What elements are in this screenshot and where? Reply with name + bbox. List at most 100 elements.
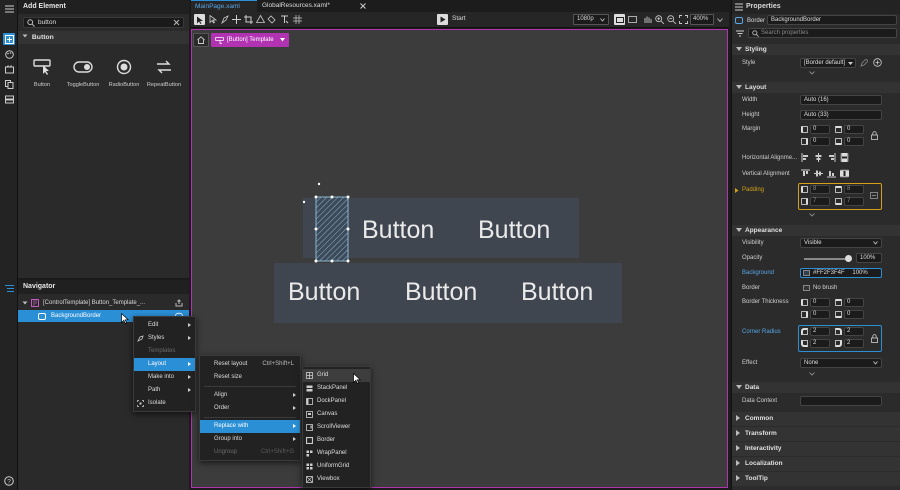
add-element-icon[interactable]: [3, 33, 15, 45]
pan-hand-icon[interactable]: [643, 15, 652, 24]
zoom-select[interactable]: 400%: [690, 14, 714, 25]
menu-item-dockpanel[interactable]: DockPanel: [303, 395, 370, 408]
clear-search-icon[interactable]: [173, 19, 180, 26]
border-brush[interactable]: No brush: [802, 283, 882, 293]
menu-item-scrollviewer[interactable]: ScrollViewer: [303, 421, 370, 434]
margin-top-input[interactable]: 0: [844, 125, 864, 134]
layout-group-header[interactable]: Layout: [732, 82, 900, 93]
align-right-icon[interactable]: [827, 153, 836, 162]
resources-icon[interactable]: [3, 93, 15, 105]
chevron-down-icon[interactable]: [717, 18, 723, 22]
opacity-input[interactable]: 100%: [856, 253, 882, 263]
device-frame-icon[interactable]: [614, 14, 625, 25]
navigator-icon[interactable]: [3, 282, 15, 294]
expand-more-icon[interactable]: [809, 372, 815, 376]
control-repeatbutton[interactable]: RepeatButton: [146, 57, 182, 88]
menu-item-order[interactable]: Order: [200, 402, 300, 415]
height-input[interactable]: Auto (33): [800, 110, 882, 120]
menu-item-edit[interactable]: Edit: [134, 319, 195, 332]
menu-item-canvas[interactable]: Canvas: [303, 408, 370, 421]
data-group-header[interactable]: Data: [732, 382, 900, 393]
select-tool-icon[interactable]: [194, 14, 205, 25]
opacity-slider-thumb[interactable]: [845, 255, 852, 262]
styling-group-header[interactable]: Styling: [732, 44, 900, 55]
tree-item-root[interactable]: [ControlTemplate] Button_Template_...: [18, 296, 189, 310]
padding-left-input[interactable]: 8: [810, 185, 830, 194]
padding-top-input[interactable]: 8: [844, 185, 864, 194]
margin-left-input[interactable]: 0: [810, 125, 830, 134]
align-left-icon[interactable]: [801, 153, 810, 162]
thickness-right-input[interactable]: 0: [810, 310, 830, 319]
localization-group-header[interactable]: Localization: [732, 457, 900, 471]
control-button[interactable]: Button: [24, 57, 60, 88]
common-group-header[interactable]: Common: [732, 412, 900, 426]
filter-icon[interactable]: [736, 30, 744, 37]
tab-mainpage[interactable]: MainPage.xaml: [191, 0, 257, 12]
selection-adorner[interactable]: [302, 182, 358, 264]
pen-tool-icon[interactable]: [221, 15, 230, 24]
align-middle-icon[interactable]: [814, 169, 823, 178]
hamburger-menu-icon[interactable]: [3, 3, 15, 15]
resolution-select[interactable]: 1080p: [573, 14, 609, 25]
thickness-left-input[interactable]: 0: [810, 298, 830, 307]
home-icon[interactable]: [193, 33, 209, 47]
play-icon[interactable]: [437, 14, 448, 25]
margin-bottom-input[interactable]: 0: [844, 137, 864, 146]
menu-item-replace-with[interactable]: Replace with: [200, 420, 300, 433]
grid-tool-icon[interactable]: [293, 15, 302, 24]
margin-right-input[interactable]: 0: [810, 137, 830, 146]
menu-item-viewbox[interactable]: Viewbox: [303, 473, 370, 486]
radius-topright-input[interactable]: 2: [844, 327, 864, 336]
tooltip-group-header[interactable]: ToolTip: [732, 472, 900, 486]
transform-group-header[interactable]: Transform: [732, 427, 900, 441]
crop-tool-icon[interactable]: [244, 15, 253, 24]
appearance-group-header[interactable]: Appearance: [732, 225, 900, 236]
fit-screen-icon[interactable]: [628, 15, 637, 24]
align-center-icon[interactable]: [814, 153, 823, 162]
media-icon[interactable]: [3, 63, 15, 75]
text-tool-icon[interactable]: [280, 15, 289, 24]
control-togglebutton[interactable]: ToggleButton: [65, 57, 101, 88]
menu-item-isolate[interactable]: Isolate: [134, 397, 195, 410]
effect-select[interactable]: None: [800, 358, 882, 368]
fit-to-view-icon[interactable]: [679, 15, 688, 24]
lock-icon[interactable]: [871, 334, 878, 343]
align-top-icon[interactable]: [801, 169, 810, 178]
element-name-input[interactable]: BackgroundBorder: [767, 15, 897, 25]
thickness-bottom-input[interactable]: 0: [844, 310, 864, 319]
zoom-in-icon[interactable]: [655, 15, 664, 24]
visibility-select[interactable]: Visible: [800, 238, 882, 248]
move-tool-icon[interactable]: [232, 15, 241, 24]
align-bottom-icon[interactable]: [827, 169, 836, 178]
direct-select-icon[interactable]: [209, 15, 217, 24]
help-icon[interactable]: ?: [3, 475, 15, 487]
edit-style-icon[interactable]: [860, 59, 868, 67]
fill-tool-icon[interactable]: [267, 15, 276, 24]
background-input[interactable]: #FF2F3F4F 100%: [800, 268, 882, 278]
width-input[interactable]: Auto (16): [800, 95, 882, 105]
radius-topleft-input[interactable]: 2: [810, 327, 830, 336]
property-search-input[interactable]: Search properties: [748, 28, 897, 38]
zoom-out-icon[interactable]: [667, 15, 676, 24]
menu-item-reset-size[interactable]: Reset size: [200, 371, 300, 384]
padding-right-input[interactable]: 7: [810, 197, 830, 206]
menu-item-align[interactable]: Align: [200, 389, 300, 402]
pages-icon[interactable]: [3, 78, 15, 90]
expand-more-icon[interactable]: [809, 213, 815, 217]
control-radiobutton[interactable]: RadioButton: [106, 57, 142, 88]
menu-item-group-into[interactable]: Group into: [200, 433, 300, 446]
radius-bottomleft-input[interactable]: 2: [810, 339, 830, 348]
unlink-icon[interactable]: [870, 192, 878, 199]
menu-item-border[interactable]: Border: [303, 434, 370, 447]
menu-item-wrappanel[interactable]: WrapPanel: [303, 447, 370, 460]
element-search-input[interactable]: button: [23, 17, 184, 28]
add-style-icon[interactable]: [873, 58, 882, 67]
start-label[interactable]: Start: [452, 15, 466, 22]
hamburger-menu-icon[interactable]: [735, 3, 743, 11]
lock-icon[interactable]: [871, 131, 878, 140]
template-breadcrumb[interactable]: [Button] Template: [211, 33, 289, 47]
menu-item-path[interactable]: Path: [134, 384, 195, 397]
thickness-top-input[interactable]: 0: [844, 298, 864, 307]
padding-bottom-input[interactable]: 7: [844, 197, 864, 206]
menu-item-styles[interactable]: Styles: [134, 332, 195, 345]
